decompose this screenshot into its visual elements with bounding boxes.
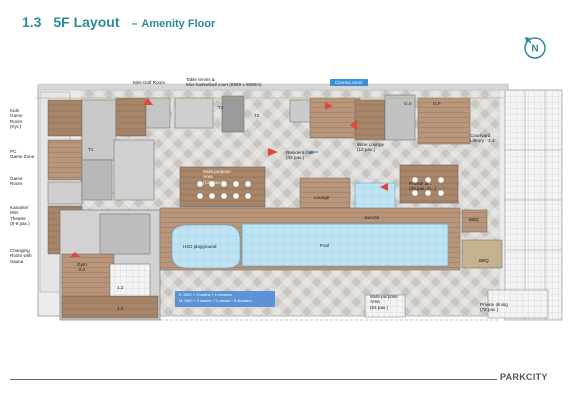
label-changing-room: Changing Room with Sauna	[10, 248, 32, 264]
brand-logo: PARKCITY	[500, 372, 548, 382]
label-wine-lounge: Wine Lounge (12 pax.)	[357, 142, 385, 153]
label-table-tennis: Table tennis & Mini-basketball court (68…	[186, 77, 262, 88]
label-karaoke: Karaoke/ Mini Theatre (8-9 pax.)	[10, 205, 30, 227]
floor-plan	[35, 83, 563, 321]
tag-gf: G.F	[433, 101, 441, 106]
label-multi-purpose-area-1: Multi-purpose Area (110 pax.)	[203, 169, 231, 185]
label-room-1-2-b: 1.2	[117, 306, 124, 311]
label-room-1-2-a: 1.2	[117, 285, 124, 290]
legend-text: F: 3WC + 3 basins + 6 showers M: 3WC + 2…	[179, 293, 252, 303]
tag-g0: G.0	[404, 101, 412, 106]
footer-rule	[10, 379, 497, 380]
label-pool: Pool	[320, 243, 330, 248]
label-private-dining-2: Private dining (72 pax.)	[480, 302, 508, 313]
tag-t1: T1	[88, 147, 94, 152]
label-courtyard-library: Courtyard Library - 2.4	[470, 133, 495, 144]
label-kids-game-room: Kids Game Room (Kyr.)	[10, 108, 23, 130]
label-gym: Gym 0.0	[77, 262, 87, 273]
tag-t3: T3	[218, 105, 224, 110]
label-bbq-2: BBQ	[479, 258, 489, 263]
label-jacuzzi: Jacuzzi	[364, 215, 380, 220]
tag-t2: T2	[254, 113, 260, 118]
label-resident-club: Resident club (42 pax.)	[286, 150, 314, 161]
label-game-room: Game Room	[10, 176, 23, 187]
label-mini-golf-room: Mini-Golf Room	[133, 80, 165, 85]
label-h2o-playground: H2O playground	[183, 244, 217, 249]
label-private-dining-1: Private di... (30 pax. m...)	[409, 181, 437, 192]
label-pc-game-zone: PC Game Zone	[10, 149, 35, 160]
label-multi-purpose-area-2: Multi-purpose Area (84 pax.)	[370, 294, 398, 310]
label-cinema-room: Cinema room	[330, 79, 368, 87]
changing-room-legend: F: 3WC + 3 basins + 6 showers M: 3WC + 2…	[175, 291, 275, 307]
label-bbq-1: BBQ	[469, 217, 479, 222]
label-lounge: Lounge	[314, 195, 330, 200]
